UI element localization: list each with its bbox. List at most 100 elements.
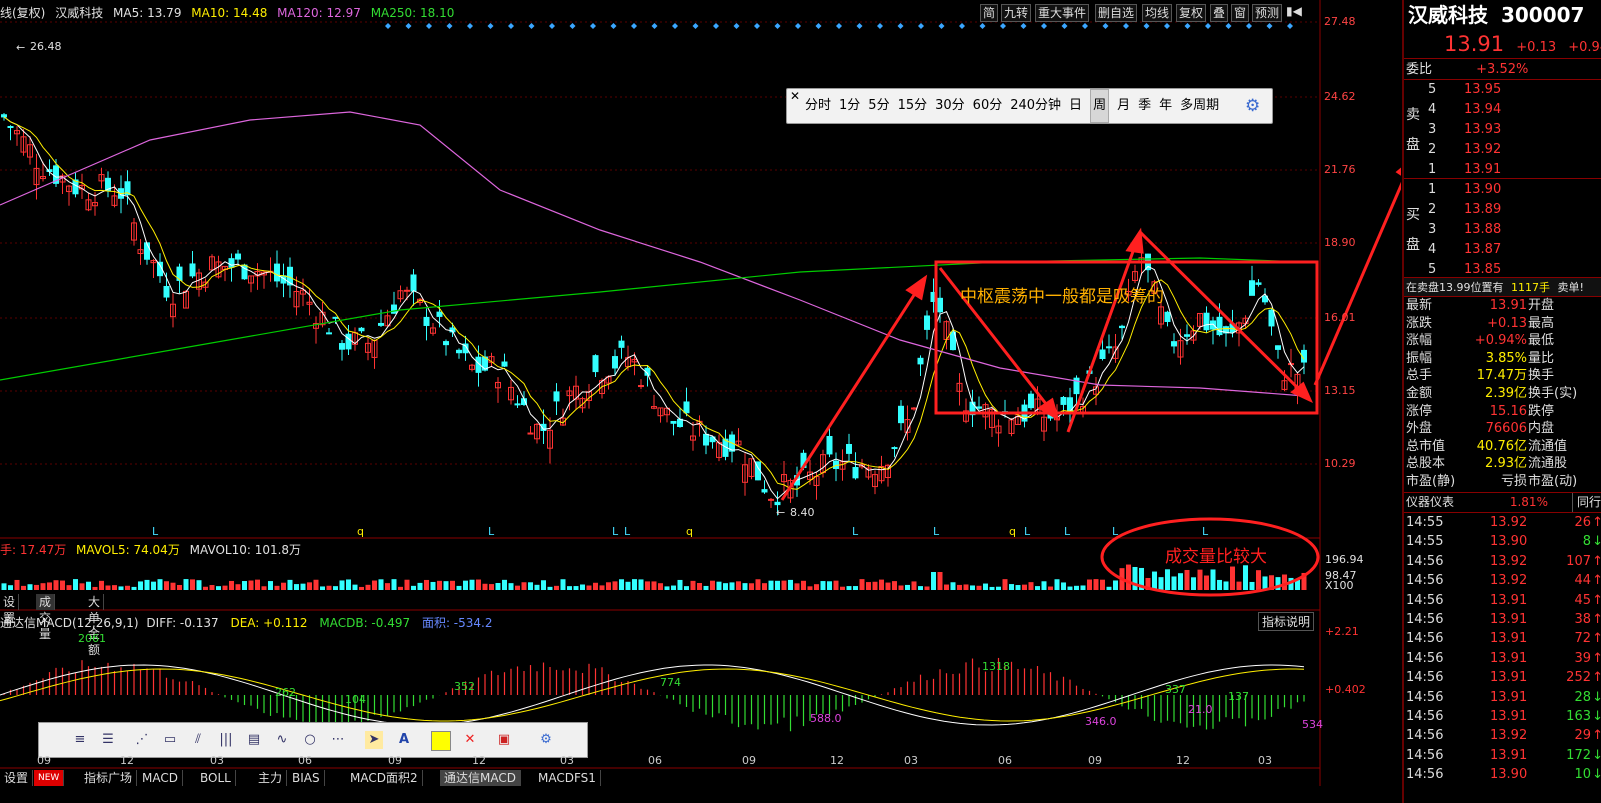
indicator-help-button[interactable]: 指标说明	[1258, 612, 1315, 631]
bid-price: 13.88	[1464, 222, 1502, 237]
ask-level: 3	[1428, 122, 1437, 137]
ma120-label: MA120: 12.97	[277, 6, 361, 20]
candlestick	[274, 250, 280, 288]
stat-key: 涨幅	[1406, 333, 1433, 349]
rect-tool-icon[interactable]: ▭	[161, 731, 179, 749]
gear-icon[interactable]: ⚙	[1245, 96, 1260, 116]
volume-bar	[586, 585, 592, 590]
settings-icon[interactable]: ⚙	[537, 731, 555, 749]
price-tick: 18.90	[1324, 236, 1356, 249]
candlestick	[638, 379, 644, 390]
volume-bar	[768, 580, 774, 590]
volume-bar	[495, 582, 501, 590]
indicator-tab[interactable]: NEW	[34, 770, 65, 786]
toolbar-item[interactable]: 九转	[1001, 4, 1032, 22]
event-diamond-icon	[528, 23, 535, 29]
volume-bar	[729, 582, 735, 590]
stat-key: 金额	[1406, 386, 1433, 401]
more-tool-icon[interactable]: ⋯	[329, 731, 347, 749]
candlestick	[313, 316, 319, 344]
price-tick: 16.01	[1324, 311, 1356, 324]
period-option[interactable]: 周	[1090, 89, 1110, 123]
circle-tool-icon[interactable]: ○	[301, 731, 319, 749]
indicator-tab[interactable]: 主力	[254, 770, 288, 786]
indicator-tab[interactable]: MACD	[138, 770, 183, 786]
volume-bar	[456, 585, 462, 590]
panel-toggle-icon[interactable]: ▮◀	[1286, 4, 1302, 18]
candlestick	[475, 345, 482, 387]
point-tool-icon[interactable]: ⋰	[133, 731, 151, 749]
close-icon[interactable]: ✕	[790, 89, 800, 103]
toolbar-item[interactable]: 叠	[1210, 4, 1229, 22]
indicator-tab[interactable]: BIAS	[288, 770, 325, 786]
candlestick	[85, 192, 92, 212]
volume-bar	[339, 580, 345, 590]
meter-tab[interactable]: 同行	[1572, 493, 1601, 512]
volume-bar	[112, 585, 117, 590]
toolbar-item[interactable]: 重大事件	[1035, 4, 1090, 22]
period-option[interactable]: 多周期	[1180, 90, 1219, 122]
period-option[interactable]: 月	[1117, 90, 1130, 122]
event-diamond-icon	[1164, 23, 1170, 29]
volume-tab[interactable]: 成交量	[36, 594, 56, 641]
macd-dea: DEA: +0.112	[230, 616, 308, 630]
indicator-tab[interactable]: 设置	[0, 770, 34, 786]
period-option[interactable]: 分时	[805, 90, 831, 122]
period-option[interactable]: 60分	[973, 90, 1003, 122]
volume-tab[interactable]: 设置	[0, 594, 20, 625]
delete-icon[interactable]: ✕	[461, 731, 479, 749]
tick-arrow-icon: ↑	[1592, 670, 1601, 686]
indicator-tab[interactable]: BOLL	[196, 770, 236, 786]
notice-text: 在卖盘13.99位置有	[1406, 281, 1504, 294]
volume-bar	[671, 585, 676, 590]
macd-trough-label: 21.0	[1188, 703, 1213, 716]
cursor-tool-icon[interactable]: ➤	[365, 731, 383, 749]
period-option[interactable]: 季	[1138, 90, 1151, 122]
candlestick	[495, 377, 501, 403]
volume-tab[interactable]: 大单金额	[85, 594, 105, 657]
candlestick	[917, 355, 924, 377]
toolbar-item[interactable]: 复权	[1176, 4, 1207, 22]
candlestick	[1288, 348, 1294, 378]
toolbar-item[interactable]: 删自选	[1095, 4, 1138, 22]
indicator-tab[interactable]: 指标广场	[80, 770, 138, 786]
period-option[interactable]: 30分	[935, 90, 965, 122]
line-tool-icon[interactable]: ≡	[71, 731, 89, 749]
candlestick	[670, 421, 677, 436]
bars-tool-icon[interactable]: |||	[217, 731, 235, 749]
indicator-tab[interactable]: MACDFS1	[534, 770, 601, 786]
toolbar-item[interactable]: 预测	[1252, 4, 1283, 22]
candlestick	[456, 348, 462, 359]
period-option[interactable]: 15分	[898, 90, 928, 122]
fib-tool-icon[interactable]: ☰	[99, 731, 117, 749]
toolbar-item[interactable]: 均线	[1142, 4, 1173, 22]
volume-bar	[651, 581, 657, 590]
low-price-label: 8.40	[790, 506, 815, 519]
candlestick	[352, 327, 358, 351]
period-option[interactable]: 日	[1069, 90, 1082, 122]
toolbar-item[interactable]: 窗	[1231, 4, 1250, 22]
color-swatch-icon[interactable]	[431, 731, 451, 751]
candlestick	[1119, 324, 1125, 340]
period-option[interactable]: 1分	[839, 90, 860, 122]
gann-tool-icon[interactable]: ▤	[245, 731, 263, 749]
tick-time: 14:56	[1406, 631, 1444, 647]
save-icon[interactable]: ▣	[495, 731, 513, 749]
volume-bar	[684, 586, 689, 590]
stat-key2: 跌停	[1528, 403, 1555, 419]
period-option[interactable]: 5分	[868, 90, 889, 122]
drawing-toolbar: ≡ ☰ ⋰ ▭ ⫽ ||| ▤ ∿ ○ ⋯ ➤ A ✕ ▣ ⚙	[38, 722, 588, 758]
candlestick	[189, 250, 196, 279]
indicator-tab[interactable]: MACD面积2	[346, 770, 423, 786]
volume-bar	[320, 586, 325, 590]
channel-tool-icon[interactable]: ⫽	[189, 731, 207, 749]
wave-tool-icon[interactable]: ∿	[273, 731, 291, 749]
toolbar-item[interactable]: 简	[980, 4, 999, 22]
period-option[interactable]: 240分钟	[1010, 90, 1061, 122]
indicator-tab[interactable]: 通达信MACD	[440, 770, 521, 786]
text-tool-icon[interactable]: A	[395, 731, 413, 749]
period-option[interactable]: 年	[1159, 90, 1172, 122]
price-tick: 10.29	[1324, 457, 1356, 470]
event-diamond-icon	[1246, 23, 1252, 29]
event-diamond-icon	[610, 23, 617, 29]
